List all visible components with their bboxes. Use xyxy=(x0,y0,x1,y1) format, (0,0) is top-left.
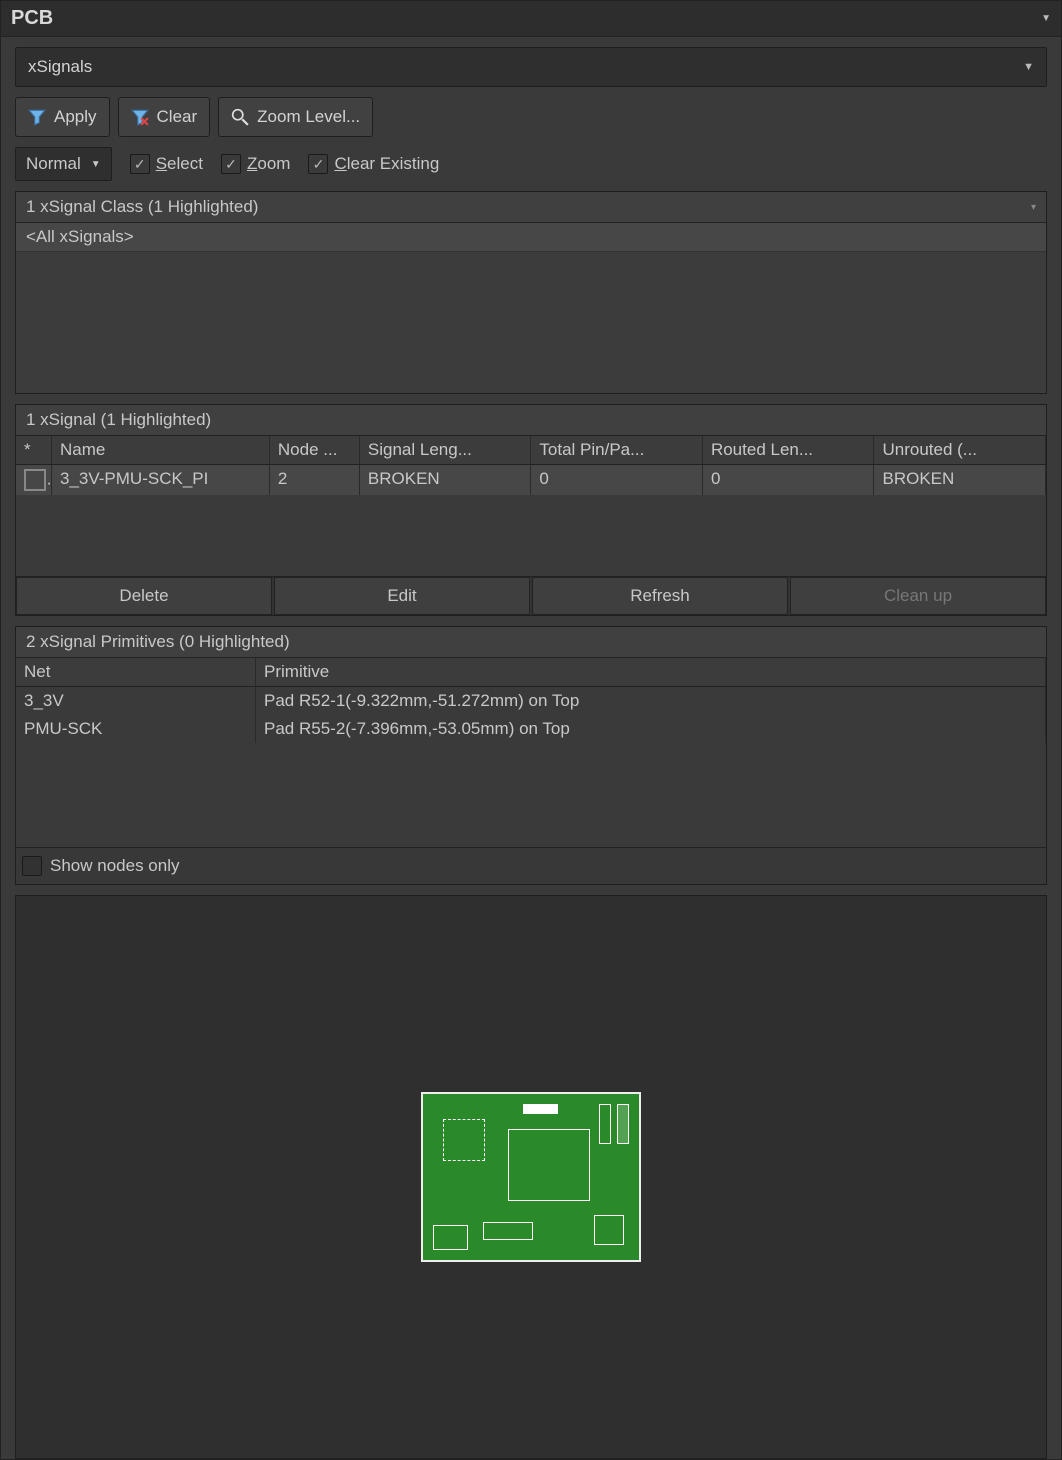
clear-button[interactable]: Clear xyxy=(118,97,211,137)
panel-title: PCB xyxy=(11,7,53,30)
chevron-down-icon: ▼ xyxy=(1023,61,1034,73)
delete-button[interactable]: Delete xyxy=(16,577,272,615)
select-checkbox-group[interactable]: ✓ SSelectelect xyxy=(130,154,203,174)
xsignal-table: * Name Node ... Signal Leng... Total Pin… xyxy=(16,436,1046,576)
highlight-mode-dropdown[interactable]: Normal ▼ xyxy=(15,147,112,181)
col-total-pin[interactable]: Total Pin/Pa... xyxy=(531,436,703,464)
cell-name: 3_3V-PMU-SCK_PI xyxy=(52,465,270,495)
xsignal-button-row: Delete Edit Refresh Clean up xyxy=(16,576,1046,615)
col-star[interactable]: * xyxy=(16,436,52,464)
xsignal-class-item[interactable]: <All xSignals> xyxy=(16,223,1046,252)
row-checkbox[interactable] xyxy=(24,469,46,491)
xsignal-class-header-text: 1 xSignal Class (1 Highlighted) xyxy=(26,197,258,217)
refresh-button[interactable]: Refresh xyxy=(532,577,788,615)
primitives-table: Net Primitive 3_3V Pad R52-1(-9.322mm,-5… xyxy=(16,658,1046,847)
pcb-panel: PCB ▼ xSignals ▼ Apply Clear xyxy=(0,0,1062,1460)
row-checkbox-cell[interactable] xyxy=(16,465,52,495)
clear-label: Clear xyxy=(157,107,198,127)
cell-primitive: Pad R55-2(-7.396mm,-53.05mm) on Top xyxy=(256,715,1046,743)
clear-existing-checkbox[interactable]: ✓ xyxy=(308,154,328,174)
table-row[interactable]: 3_3V Pad R52-1(-9.322mm,-51.272mm) on To… xyxy=(16,687,1046,715)
filter-type-value: xSignals xyxy=(28,57,92,77)
filter-type-dropdown[interactable]: xSignals ▼ xyxy=(15,47,1047,87)
pcb-thumbnail xyxy=(421,1092,641,1262)
funnel-icon xyxy=(28,108,46,126)
apply-label: Apply xyxy=(54,107,97,127)
panel-titlebar[interactable]: PCB ▼ xyxy=(1,1,1061,37)
cleanup-button: Clean up xyxy=(790,577,1046,615)
col-primitive[interactable]: Primitive xyxy=(256,658,1046,686)
options-row: Normal ▼ ✓ SSelectelect ✓ ZZoomoom ✓ CCl… xyxy=(15,147,1047,181)
show-nodes-row[interactable]: ✓ Show nodes only xyxy=(16,847,1046,884)
xsignal-class-list[interactable]: <All xSignals> xyxy=(16,223,1046,393)
col-net[interactable]: Net xyxy=(16,658,256,686)
primitives-header[interactable]: 2 xSignal Primitives (0 Highlighted) xyxy=(16,627,1046,658)
show-nodes-label: Show nodes only xyxy=(50,856,179,876)
cell-node: 2 xyxy=(270,465,360,495)
col-node[interactable]: Node ... xyxy=(270,436,360,464)
filter-toolbar: Apply Clear Zoom Level... xyxy=(15,97,1047,137)
cell-routed-length: 0 xyxy=(703,465,875,495)
highlight-mode-value: Normal xyxy=(26,154,81,174)
magnifier-icon xyxy=(231,108,249,126)
show-nodes-checkbox[interactable]: ✓ xyxy=(22,856,42,876)
col-signal-length[interactable]: Signal Leng... xyxy=(360,436,532,464)
col-unrouted[interactable]: Unrouted (... xyxy=(874,436,1046,464)
xsignal-table-body: 3_3V-PMU-SCK_PI 2 BROKEN 0 0 BROKEN xyxy=(16,465,1046,576)
cell-unrouted: BROKEN xyxy=(874,465,1046,495)
xsignal-table-header[interactable]: * Name Node ... Signal Leng... Total Pin… xyxy=(16,436,1046,465)
xsignal-header-text: 1 xSignal (1 Highlighted) xyxy=(26,410,211,430)
select-checkbox[interactable]: ✓ xyxy=(130,154,150,174)
cell-total-pin: 0 xyxy=(531,465,703,495)
pcb-preview-pane[interactable] xyxy=(15,895,1047,1459)
primitives-table-body: 3_3V Pad R52-1(-9.322mm,-51.272mm) on To… xyxy=(16,687,1046,847)
clear-existing-label: CClear Existinglear Existing xyxy=(334,154,439,174)
funnel-clear-icon xyxy=(131,108,149,126)
collapse-arrow-icon[interactable]: ▾ xyxy=(1031,202,1036,213)
chevron-down-icon: ▼ xyxy=(91,159,101,170)
xsignal-class-section: 1 xSignal Class (1 Highlighted) ▾ <All x… xyxy=(15,191,1047,394)
apply-button[interactable]: Apply xyxy=(15,97,110,137)
table-row[interactable]: 3_3V-PMU-SCK_PI 2 BROKEN 0 0 BROKEN xyxy=(16,465,1046,495)
zoom-level-label: Zoom Level... xyxy=(257,107,360,127)
clear-existing-checkbox-group[interactable]: ✓ CClear Existinglear Existing xyxy=(308,154,439,174)
primitives-header-text: 2 xSignal Primitives (0 Highlighted) xyxy=(26,632,290,652)
cell-net: PMU-SCK xyxy=(16,715,256,743)
cell-net: 3_3V xyxy=(16,687,256,715)
zoom-label: ZZoomoom xyxy=(247,154,290,174)
zoom-checkbox-group[interactable]: ✓ ZZoomoom xyxy=(221,154,290,174)
panel-content: xSignals ▼ Apply Clear xyxy=(1,37,1061,1459)
xsignal-primitives-section: 2 xSignal Primitives (0 Highlighted) Net… xyxy=(15,626,1047,885)
zoom-level-button[interactable]: Zoom Level... xyxy=(218,97,373,137)
table-row[interactable]: PMU-SCK Pad R55-2(-7.396mm,-53.05mm) on … xyxy=(16,715,1046,743)
xsignal-header[interactable]: 1 xSignal (1 Highlighted) xyxy=(16,405,1046,436)
xsignal-class-header[interactable]: 1 xSignal Class (1 Highlighted) ▾ xyxy=(16,192,1046,223)
col-routed-length[interactable]: Routed Len... xyxy=(703,436,875,464)
cell-primitive: Pad R52-1(-9.322mm,-51.272mm) on Top xyxy=(256,687,1046,715)
zoom-checkbox[interactable]: ✓ xyxy=(221,154,241,174)
panel-menu-arrow-icon[interactable]: ▼ xyxy=(1041,13,1051,24)
xsignal-section: 1 xSignal (1 Highlighted) * Name Node ..… xyxy=(15,404,1047,616)
col-name[interactable]: Name xyxy=(52,436,270,464)
select-label: SSelectelect xyxy=(156,154,203,174)
primitives-table-header[interactable]: Net Primitive xyxy=(16,658,1046,687)
edit-button[interactable]: Edit xyxy=(274,577,530,615)
cell-signal-length: BROKEN xyxy=(360,465,532,495)
